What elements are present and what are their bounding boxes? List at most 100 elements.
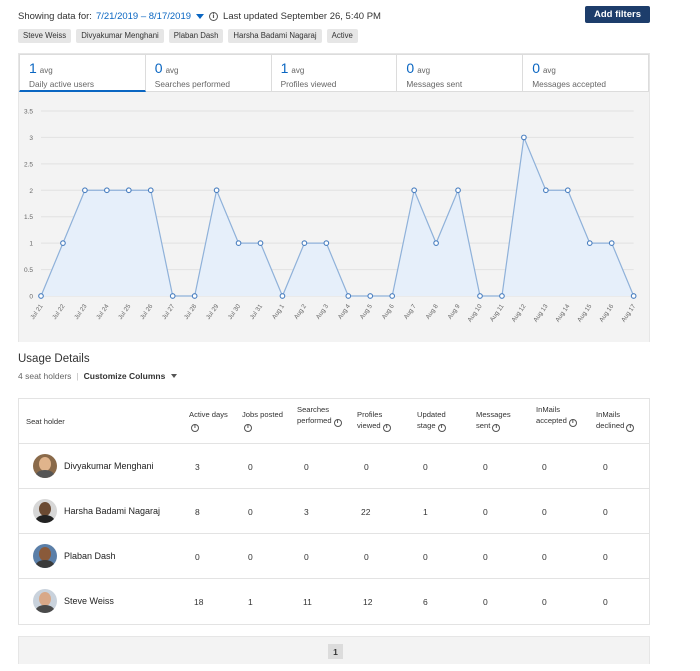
- data-point: [82, 187, 88, 194]
- date-filter-bar: Showing data for: 7/21/2019 – 8/17/2019 …: [18, 8, 650, 24]
- column-header-profiles-viewed[interactable]: Profiles viewed i: [357, 409, 405, 432]
- data-point: [564, 187, 571, 194]
- avatar[interactable]: [33, 454, 57, 478]
- filter-chips: Steve Weiss Divyakumar Menghani Plaban D…: [18, 29, 358, 43]
- cell-updated-stage: 0: [423, 552, 428, 562]
- pagination: 1: [18, 636, 650, 664]
- data-point: [608, 240, 615, 246]
- metric-avg-label: avg: [165, 66, 179, 75]
- metric-avg-label: avg: [542, 66, 556, 75]
- cell-messages-sent: 0: [483, 552, 488, 562]
- cell-searches-performed: 0: [304, 552, 309, 562]
- cell-profiles-viewed: 22: [361, 507, 371, 517]
- cell-updated-stage: 6: [423, 597, 428, 607]
- cell-inmails-accepted: 0: [542, 552, 547, 562]
- usage-table: Seat holder Active daysi Jobs postedi Se…: [18, 398, 650, 625]
- metric-value: 1: [280, 60, 289, 76]
- data-point: [213, 187, 220, 194]
- info-icon[interactable]: i: [244, 423, 252, 432]
- metric-tabs: 1 avg Daily active users 0 avg Searches pe…: [19, 54, 649, 92]
- table-row[interactable]: Divyakumar Menghani 3 0 0 0 0 0 0 0: [19, 444, 649, 489]
- chevron-down-icon[interactable]: [171, 374, 178, 378]
- column-header-searches-performed[interactable]: Searches performed i: [297, 404, 349, 427]
- cell-inmails-accepted: 0: [542, 507, 547, 517]
- data-point: [389, 293, 396, 299]
- table-row[interactable]: Harsha Badami Nagaraj 8 0 3 22 1 0 0 0: [19, 489, 649, 534]
- usage-details-title: Usage Details: [18, 353, 90, 365]
- cell-inmails-declined: 0: [603, 507, 608, 517]
- avatar[interactable]: [33, 544, 57, 568]
- seat-holder-name[interactable]: Divyakumar Menghani: [64, 461, 154, 471]
- y-tick-label: 2.5: [24, 161, 33, 168]
- metric-value: 0: [154, 60, 163, 76]
- column-header-messages-sent[interactable]: Messages sent i: [476, 409, 522, 432]
- cell-searches-performed: 11: [303, 597, 312, 607]
- y-tick-label: 3.5: [24, 109, 33, 116]
- page-1-button[interactable]: 1: [328, 644, 343, 659]
- add-filters-button[interactable]: Add filters: [585, 6, 650, 23]
- info-icon[interactable]: i: [333, 418, 342, 427]
- seat-holder-name[interactable]: Steve Weiss: [64, 596, 114, 606]
- info-icon[interactable]: i: [191, 423, 199, 432]
- tab-searches-performed[interactable]: 0 avg Searches performed: [145, 54, 272, 92]
- daily-active-users-chart: 00.511.522.533.5Jul 21 Jul 22 Jul 23 Jul 24…: [19, 94, 649, 342]
- column-header-seat-holder[interactable]: Seat holder: [26, 416, 65, 427]
- data-point: [323, 240, 330, 246]
- cell-active-days: 18: [194, 597, 204, 607]
- filter-chip[interactable]: Harsha Badami Nagaraj: [228, 29, 322, 43]
- data-point: [433, 240, 439, 246]
- metric-label: Profiles viewed: [280, 79, 337, 89]
- y-tick-label: 3: [29, 135, 33, 142]
- filter-chip[interactable]: Divyakumar Menghani: [76, 29, 164, 43]
- data-point: [38, 293, 44, 299]
- column-header-inmails-declined[interactable]: InMails declined i: [596, 409, 646, 432]
- y-tick-label: 2: [29, 188, 33, 195]
- column-header-active-days[interactable]: Active daysi: [189, 409, 229, 432]
- cell-jobs-posted: 0: [248, 462, 253, 472]
- avatar[interactable]: [33, 499, 57, 523]
- column-header-updated-stage[interactable]: Updated stage i: [417, 409, 463, 432]
- data-point: [586, 240, 593, 246]
- info-icon[interactable]: i: [209, 11, 219, 21]
- tab-messages-accepted[interactable]: 0 avg Messages accepted: [523, 54, 649, 92]
- tab-profiles-viewed[interactable]: 1 avg Profiles viewed: [271, 54, 398, 92]
- column-header-inmails-accepted[interactable]: InMails accepted i: [536, 404, 582, 427]
- filter-chip[interactable]: Steve Weiss: [18, 29, 72, 43]
- y-tick-label: 0.5: [24, 267, 33, 274]
- table-row[interactable]: Steve Weiss 18 1 11 12 6 0 0 0: [19, 579, 649, 624]
- cell-inmails-accepted: 0: [542, 597, 547, 607]
- cell-active-days: 3: [195, 462, 200, 472]
- avatar[interactable]: [33, 589, 57, 613]
- cell-jobs-posted: 0: [248, 552, 253, 562]
- cell-messages-sent: 0: [483, 597, 488, 607]
- y-tick-label: 1.5: [24, 214, 33, 221]
- tab-daily-active-users[interactable]: 1 avg Daily active users: [19, 54, 146, 92]
- data-point: [477, 293, 483, 299]
- info-icon[interactable]: i: [626, 423, 635, 432]
- metric-avg-label: avg: [39, 66, 53, 75]
- data-point: [499, 293, 505, 299]
- filter-chip[interactable]: Active: [326, 29, 358, 43]
- data-point: [169, 293, 176, 299]
- cell-searches-performed: 0: [304, 462, 309, 472]
- date-range-selector[interactable]: 7/21/2019 – 8/17/2019: [96, 11, 191, 22]
- table-row[interactable]: Plaban Dash 0 0 0 0 0 0 0 0: [19, 534, 649, 579]
- metric-label: Searches performed: [154, 79, 230, 89]
- info-icon[interactable]: i: [382, 423, 391, 432]
- seat-count: 4 seat holders: [18, 371, 72, 381]
- metric-label: Daily active users: [29, 79, 95, 89]
- info-icon[interactable]: i: [568, 418, 577, 427]
- divider: |: [76, 371, 79, 381]
- info-icon[interactable]: i: [492, 423, 501, 432]
- seat-holder-name[interactable]: Plaban Dash: [64, 551, 116, 561]
- info-icon[interactable]: i: [437, 423, 446, 432]
- data-point: [103, 187, 110, 194]
- filter-chip[interactable]: Plaban Dash: [168, 29, 224, 43]
- tab-messages-sent[interactable]: 0 avg Messages sent: [397, 54, 524, 92]
- seat-holder-name[interactable]: Harsha Badami Nagaraj: [64, 506, 160, 516]
- y-tick-label: 0: [29, 294, 33, 301]
- cell-profiles-viewed: 0: [364, 552, 369, 562]
- chevron-down-icon[interactable]: [196, 14, 205, 19]
- customize-columns-button[interactable]: Customize Columns: [84, 371, 166, 381]
- column-header-jobs-posted[interactable]: Jobs postedi: [242, 409, 284, 432]
